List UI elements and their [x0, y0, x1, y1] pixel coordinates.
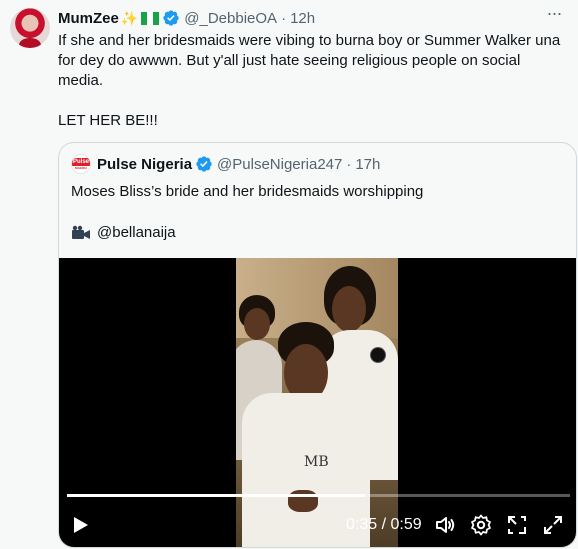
verified-badge-icon [163, 10, 179, 26]
nigeria-flag-icon [141, 11, 160, 25]
video-progress-fill [67, 494, 366, 497]
tweet-text: If she and her bridesmaids were vibing t… [58, 32, 561, 129]
quoted-tweet-header: Pulse NIGERIA Pulse Nigeria @PulseNigeri… [71, 154, 380, 174]
pulse-nigeria-logo[interactable]: Pulse NIGERIA [71, 154, 91, 174]
robe-monogram: MB [304, 454, 329, 470]
more-options-icon[interactable]: ··· [544, 4, 564, 26]
quoted-tweet[interactable]: Pulse NIGERIA Pulse Nigeria @PulseNigeri… [58, 142, 577, 548]
separator-dot: · [281, 9, 287, 27]
author-name[interactable]: MumZee [58, 10, 119, 27]
picture-in-picture-icon[interactable] [505, 513, 529, 537]
video-progress-bar[interactable] [67, 494, 570, 497]
video-controls: 0:35 / 0:59 [59, 510, 576, 540]
quoted-tweet-text: Moses Bliss’s bride and her bridesmaids … [71, 183, 424, 200]
verified-badge-icon [196, 156, 212, 172]
volume-icon[interactable] [433, 513, 457, 537]
video-player[interactable]: MB 0:35 / 0:59 [59, 258, 576, 547]
quoted-author-name[interactable]: Pulse Nigeria [97, 156, 192, 173]
settings-gear-icon[interactable] [469, 513, 493, 537]
separator-dot: · [346, 155, 352, 173]
quoted-author-handle[interactable]: @PulseNigeria247 [217, 156, 342, 173]
fullscreen-icon[interactable] [541, 513, 565, 537]
tweet[interactable]: MumZee ✨ @_DebbieOA · 12h ··· If she and… [0, 0, 578, 549]
sparkle-emoji: ✨ [120, 9, 139, 26]
video-frame[interactable]: MB [236, 258, 398, 547]
tweet-time[interactable]: 12h [290, 10, 315, 27]
play-icon[interactable] [69, 514, 91, 536]
video-timecode: 0:35 / 0:59 [346, 516, 422, 533]
avatar[interactable] [10, 8, 50, 48]
watermark-badge [370, 347, 386, 363]
author-handle[interactable]: @_DebbieOA [184, 10, 277, 27]
tweet-header: MumZee ✨ @_DebbieOA · 12h [58, 8, 315, 28]
credit-handle[interactable]: @bellanaija [97, 223, 176, 243]
camera-icon [72, 225, 90, 239]
video-credit: @bellanaija [71, 223, 176, 243]
quoted-tweet-time[interactable]: 17h [355, 156, 380, 173]
